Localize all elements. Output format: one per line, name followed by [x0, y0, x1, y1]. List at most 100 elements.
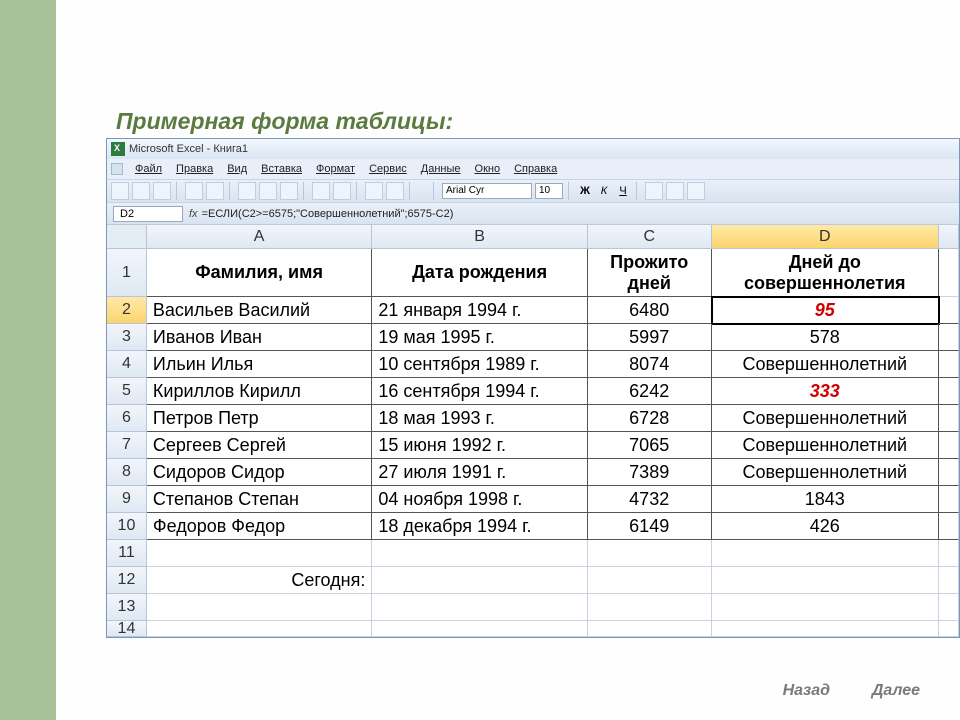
- cell-B9[interactable]: 04 ноября 1998 г.: [372, 486, 587, 513]
- cell-C2[interactable]: 6480: [588, 297, 712, 324]
- cell-D9[interactable]: 1843: [712, 486, 939, 513]
- cell-D6[interactable]: Совершеннолетний: [712, 405, 939, 432]
- menu-insert[interactable]: Вставка: [255, 161, 308, 177]
- cell-B10[interactable]: 18 декабря 1994 г.: [372, 513, 587, 540]
- cell-E13[interactable]: [939, 594, 959, 621]
- save-button[interactable]: [153, 182, 171, 200]
- cell-A11[interactable]: [147, 540, 372, 567]
- cell-A8[interactable]: Сидоров Сидор: [147, 459, 372, 486]
- cell-E7[interactable]: [939, 432, 959, 459]
- cell-B1[interactable]: Дата рождения: [372, 249, 587, 297]
- menu-view[interactable]: Вид: [221, 161, 253, 177]
- cell-B7[interactable]: 15 июня 1992 г.: [372, 432, 587, 459]
- bold-button[interactable]: Ж: [577, 185, 593, 197]
- menu-data[interactable]: Данные: [415, 161, 467, 177]
- row-header-13[interactable]: 13: [107, 594, 147, 621]
- name-box[interactable]: D2: [113, 206, 183, 222]
- cell-D10[interactable]: 426: [712, 513, 939, 540]
- cell-D12[interactable]: [712, 567, 939, 594]
- row-header-2[interactable]: 2: [107, 297, 147, 324]
- cell-B2[interactable]: 21 января 1994 г.: [372, 297, 587, 324]
- cell-E10[interactable]: [939, 513, 959, 540]
- cell-A12[interactable]: Сегодня:: [147, 567, 372, 594]
- cell-C9[interactable]: 4732: [588, 486, 712, 513]
- cell-D1[interactable]: Дней до совершеннолетия: [712, 249, 939, 297]
- cell-D2[interactable]: 95: [712, 297, 939, 324]
- cell-A7[interactable]: Сергеев Сергей: [147, 432, 372, 459]
- cell-E1[interactable]: [939, 249, 959, 297]
- cell-A4[interactable]: Ильин Илья: [147, 351, 372, 378]
- row-header-5[interactable]: 5: [107, 378, 147, 405]
- cell-B6[interactable]: 18 мая 1993 г.: [372, 405, 587, 432]
- cell-C12[interactable]: [588, 567, 712, 594]
- menu-file[interactable]: Файл: [129, 161, 168, 177]
- cell-D8[interactable]: Совершеннолетний: [712, 459, 939, 486]
- cell-B14[interactable]: [372, 621, 587, 637]
- cell-E11[interactable]: [939, 540, 959, 567]
- sort-button[interactable]: [386, 182, 404, 200]
- italic-button[interactable]: К: [596, 185, 612, 197]
- cell-A3[interactable]: Иванов Иван: [147, 324, 372, 351]
- cell-B4[interactable]: 10 сентября 1989 г.: [372, 351, 587, 378]
- nav-next-link[interactable]: Далее: [872, 682, 920, 700]
- titlebar[interactable]: Microsoft Excel - Книга1: [107, 139, 959, 159]
- cell-C11[interactable]: [588, 540, 712, 567]
- menu-window[interactable]: Окно: [469, 161, 507, 177]
- new-button[interactable]: [111, 182, 129, 200]
- cell-D11[interactable]: [712, 540, 939, 567]
- cell-E8[interactable]: [939, 459, 959, 486]
- cell-C8[interactable]: 7389: [588, 459, 712, 486]
- font-name-combo[interactable]: Arial Cyr: [442, 183, 532, 199]
- cell-A10[interactable]: Федоров Федор: [147, 513, 372, 540]
- menu-help[interactable]: Справка: [508, 161, 563, 177]
- cell-B12[interactable]: [372, 567, 587, 594]
- col-header-E[interactable]: [939, 225, 959, 249]
- cell-A1[interactable]: Фамилия, имя: [147, 249, 372, 297]
- row-header-4[interactable]: 4: [107, 351, 147, 378]
- col-header-B[interactable]: B: [372, 225, 588, 249]
- cell-D13[interactable]: [712, 594, 939, 621]
- sum-button[interactable]: [365, 182, 383, 200]
- cell-A9[interactable]: Степанов Степан: [147, 486, 372, 513]
- row-header-14[interactable]: 14: [107, 621, 147, 637]
- cell-C7[interactable]: 7065: [588, 432, 712, 459]
- cell-B5[interactable]: 16 сентября 1994 г.: [372, 378, 587, 405]
- cell-D5[interactable]: 333: [712, 378, 939, 405]
- cell-A14[interactable]: [147, 621, 372, 637]
- preview-button[interactable]: [206, 182, 224, 200]
- cut-button[interactable]: [238, 182, 256, 200]
- cell-C3[interactable]: 5997: [588, 324, 712, 351]
- cell-C1[interactable]: Прожито дней: [588, 249, 712, 297]
- col-header-C[interactable]: C: [588, 225, 712, 249]
- cell-C6[interactable]: 6728: [588, 405, 712, 432]
- print-button[interactable]: [185, 182, 203, 200]
- align-center-button[interactable]: [666, 182, 684, 200]
- cell-D4[interactable]: Совершеннолетний: [712, 351, 939, 378]
- row-header-8[interactable]: 8: [107, 459, 147, 486]
- cell-A13[interactable]: [147, 594, 372, 621]
- cell-D7[interactable]: Совершеннолетний: [712, 432, 939, 459]
- formula-text[interactable]: =ЕСЛИ(C2>=6575;"Совершеннолетний";6575-C…: [202, 208, 454, 220]
- row-header-12[interactable]: 12: [107, 567, 147, 594]
- cell-E3[interactable]: [939, 324, 959, 351]
- select-all-corner[interactable]: [107, 225, 147, 249]
- row-header-1[interactable]: 1: [107, 249, 147, 297]
- cell-A5[interactable]: Кириллов Кирилл: [147, 378, 372, 405]
- font-size-combo[interactable]: 10: [535, 183, 563, 199]
- cell-E9[interactable]: [939, 486, 959, 513]
- cell-B3[interactable]: 19 мая 1995 г.: [372, 324, 587, 351]
- cell-B13[interactable]: [372, 594, 587, 621]
- cell-E4[interactable]: [939, 351, 959, 378]
- cell-C4[interactable]: 8074: [588, 351, 712, 378]
- cell-B11[interactable]: [372, 540, 587, 567]
- cell-C5[interactable]: 6242: [588, 378, 712, 405]
- align-left-button[interactable]: [645, 182, 663, 200]
- row-header-9[interactable]: 9: [107, 486, 147, 513]
- cell-D3[interactable]: 578: [712, 324, 939, 351]
- undo-button[interactable]: [312, 182, 330, 200]
- menu-edit[interactable]: Правка: [170, 161, 219, 177]
- cell-E2[interactable]: [939, 297, 959, 324]
- row-header-10[interactable]: 10: [107, 513, 147, 540]
- cell-C14[interactable]: [588, 621, 712, 637]
- paste-button[interactable]: [280, 182, 298, 200]
